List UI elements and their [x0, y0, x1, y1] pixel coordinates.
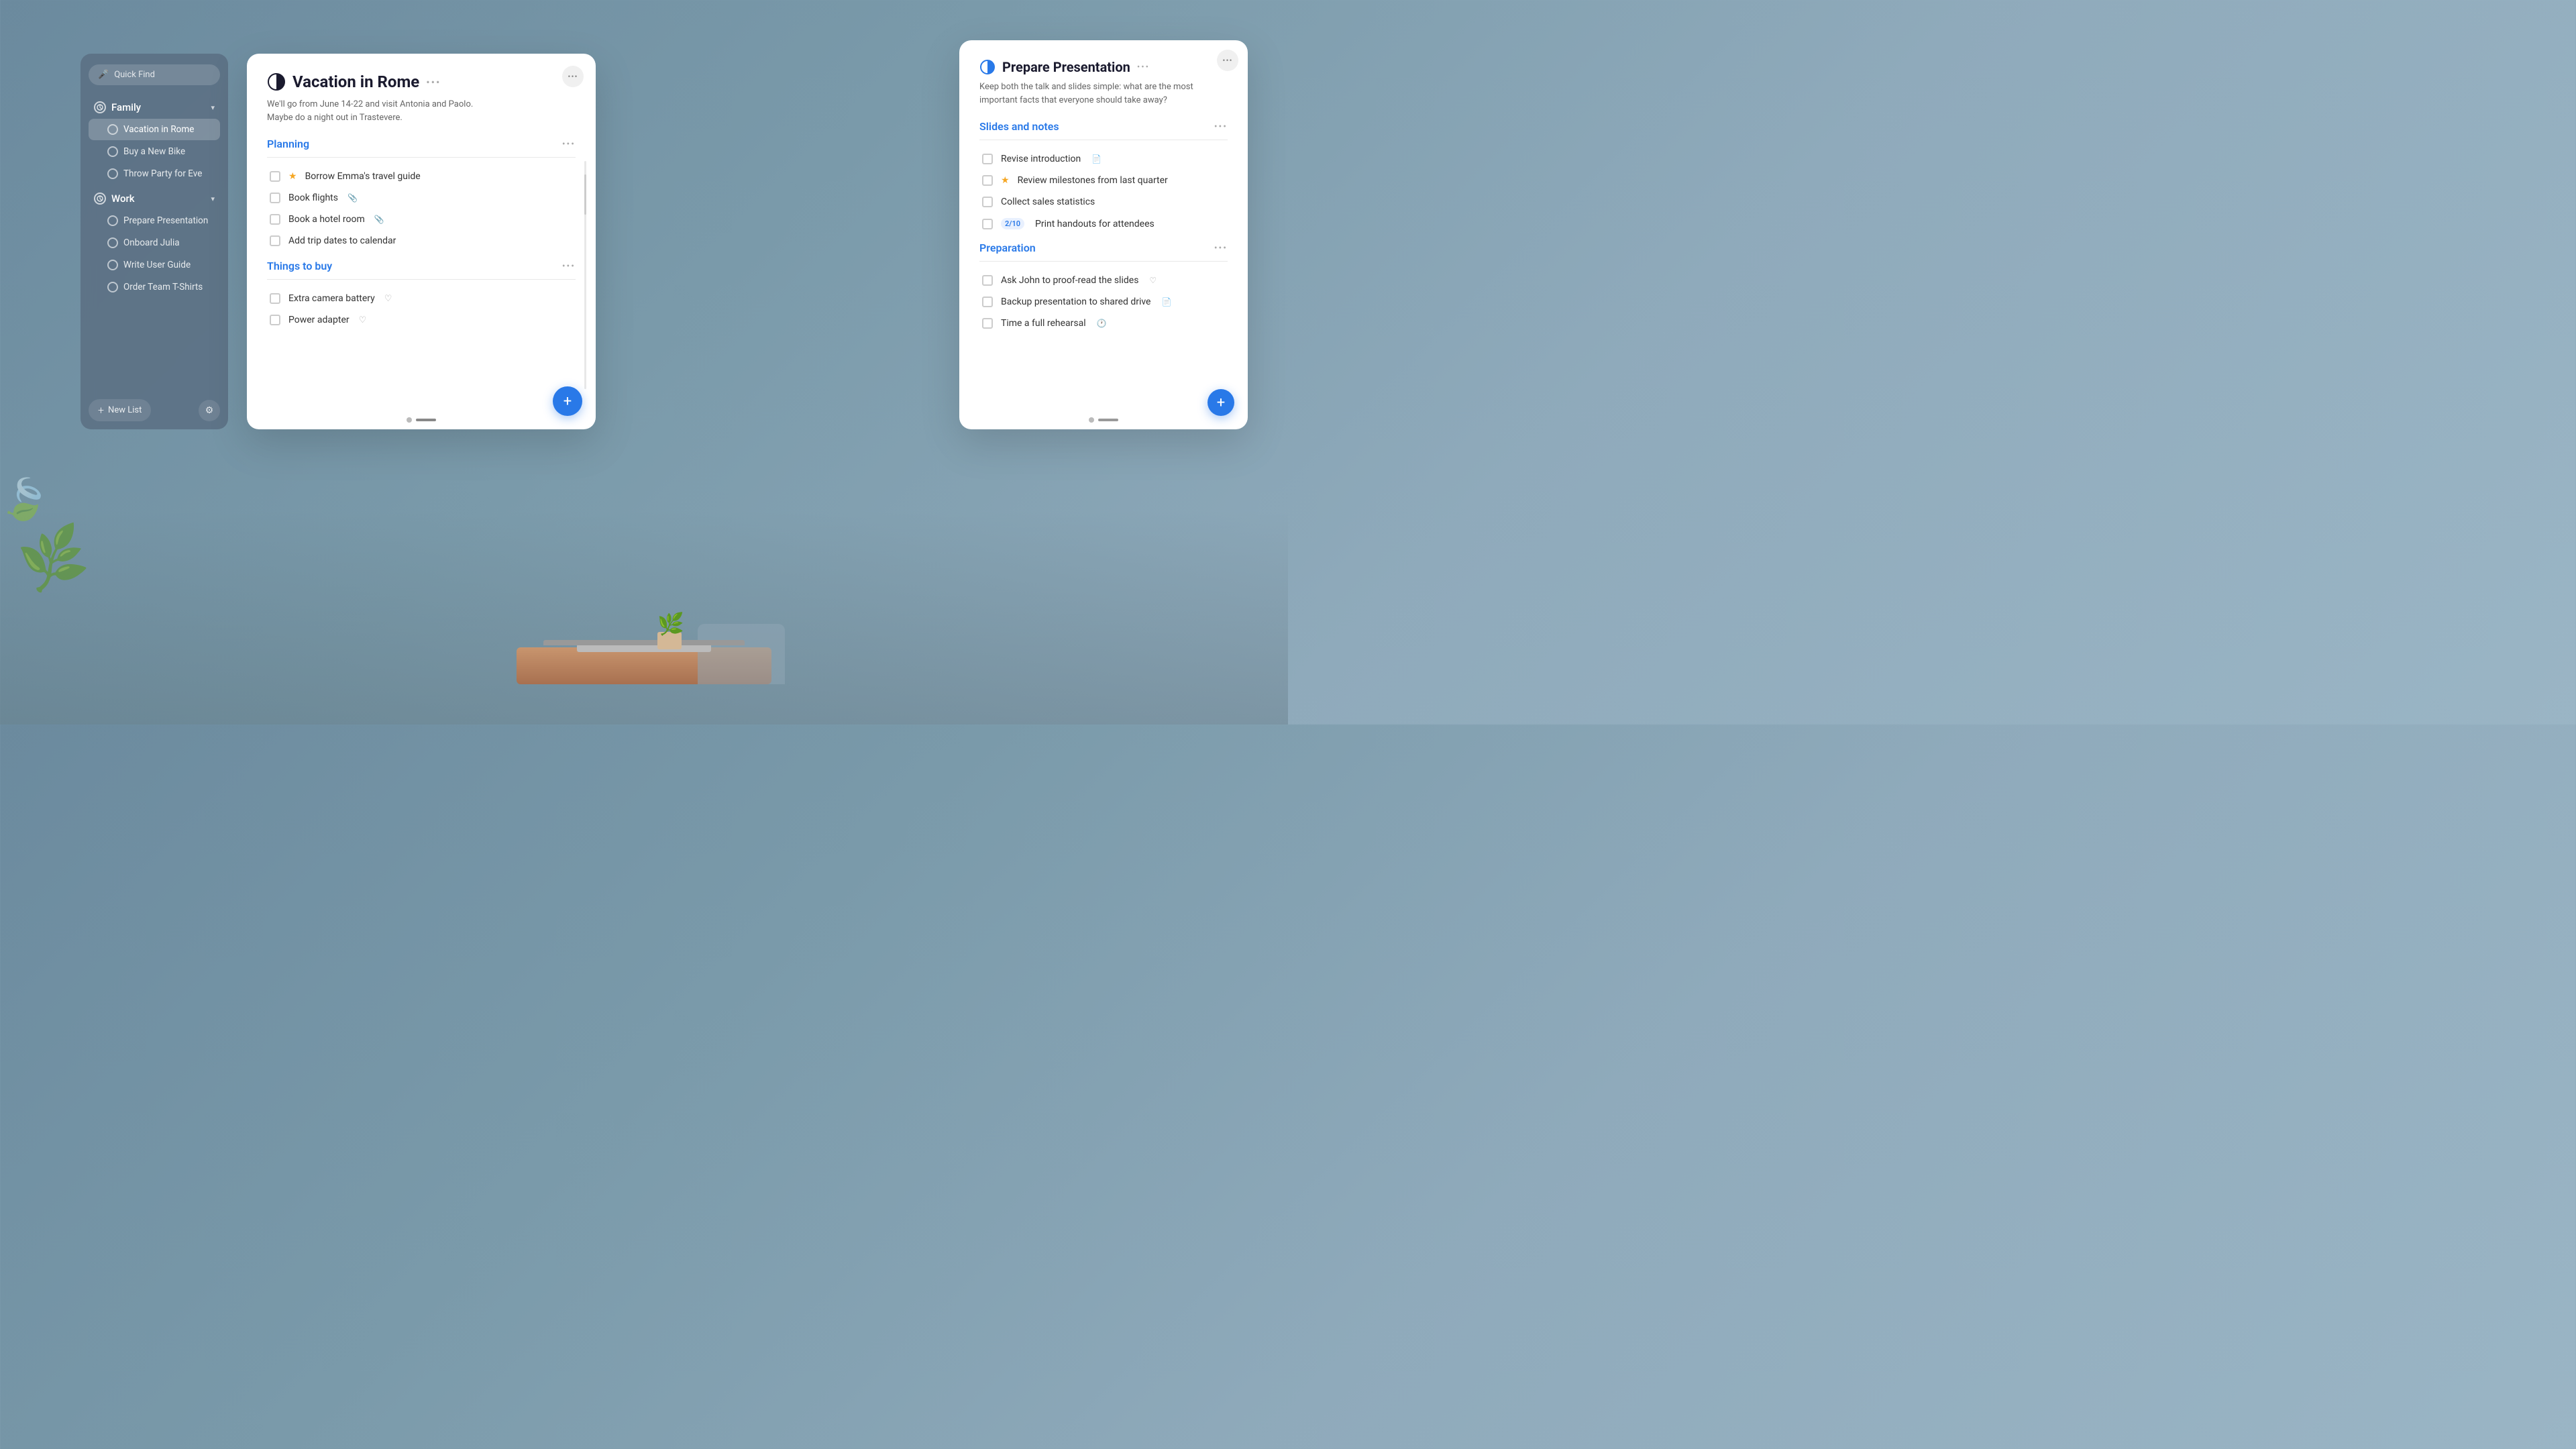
family-group-label: Family	[111, 101, 141, 113]
sidebar-item-throw-party[interactable]: Throw Party for Eve	[89, 163, 220, 184]
things-to-buy-section: Things to buy ••• Extra camera battery ♡…	[267, 260, 576, 331]
sidebar-group-work-header[interactable]: Work ▾	[89, 187, 220, 210]
task-item: Book a hotel room 📎	[267, 209, 576, 230]
vacation-rome-label: Vacation in Rome	[123, 124, 194, 135]
mic-icon: 🎤	[98, 70, 109, 80]
task-checkbox[interactable]	[270, 171, 280, 182]
planning-section-title: Planning	[267, 138, 309, 150]
things-to-buy-section-header: Things to buy •••	[267, 260, 576, 272]
vacation-title-icon	[267, 72, 286, 91]
task-item: ★ Borrow Emma's travel guide	[267, 166, 576, 187]
sidebar-item-buy-bike[interactable]: Buy a New Bike	[89, 141, 220, 162]
planning-divider	[267, 157, 576, 158]
attachment-icon: ♡	[359, 315, 367, 325]
family-group-icon	[94, 101, 106, 113]
new-list-label: New List	[108, 405, 142, 415]
menu-dots-icon: •••	[568, 72, 578, 81]
add-task-fab-button[interactable]: +	[553, 386, 582, 416]
attachment-icon: 📎	[347, 193, 358, 203]
task-text: Book a hotel room	[288, 214, 365, 225]
sidebar-group-work: Work ▾ Prepare Presentation Onboard Juli…	[89, 187, 220, 298]
attachment-icon: ♡	[384, 294, 392, 304]
task-text: Borrow Emma's travel guide	[305, 171, 421, 182]
attachment-icon: 📎	[374, 215, 384, 224]
search-bar[interactable]: 🎤 Quick Find	[89, 64, 220, 85]
task-checkbox[interactable]	[270, 315, 280, 325]
new-list-plus-icon: +	[98, 404, 104, 417]
order-tshirts-icon	[107, 282, 118, 292]
task-checkbox[interactable]	[270, 193, 280, 203]
gear-icon: ⚙	[205, 405, 214, 416]
task-item: Add trip dates to calendar	[267, 230, 576, 252]
family-chevron-icon: ▾	[211, 103, 215, 112]
task-checkbox[interactable]	[270, 293, 280, 304]
sidebar: 🎤 Quick Find Family ▾ Va	[80, 54, 228, 429]
write-user-guide-icon	[107, 260, 118, 270]
work-group-icon	[94, 193, 106, 205]
indicator-dot	[407, 417, 412, 423]
vacation-card-menu-button[interactable]: •••	[562, 66, 584, 87]
task-item: Book flights 📎	[267, 187, 576, 209]
planning-section-header: Planning •••	[267, 138, 576, 150]
planning-section: Planning ••• ★ Borrow Emma's travel guid…	[267, 138, 576, 252]
sidebar-item-vacation-rome[interactable]: Vacation in Rome	[89, 119, 220, 140]
sidebar-item-write-user-guide[interactable]: Write User Guide	[89, 254, 220, 276]
onboard-julia-label: Onboard Julia	[123, 237, 180, 248]
new-list-button[interactable]: + New List	[89, 399, 151, 421]
task-checkbox[interactable]	[270, 214, 280, 225]
star-icon: ★	[288, 171, 297, 182]
throw-party-icon	[107, 168, 118, 179]
throw-party-label: Throw Party for Eve	[123, 168, 202, 179]
write-user-guide-label: Write User Guide	[123, 260, 191, 270]
order-tshirts-label: Order Team T-Shirts	[123, 282, 203, 292]
vacation-title-dots[interactable]: •••	[426, 76, 441, 89]
card-indicators	[407, 417, 436, 423]
task-item: Extra camera battery ♡	[267, 288, 576, 309]
card-scrollbar[interactable]	[584, 161, 586, 389]
vacation-rome-icon	[107, 124, 118, 135]
sidebar-group-family: Family ▾ Vacation in Rome Buy a New Bike…	[89, 96, 220, 184]
add-icon: +	[564, 393, 572, 410]
things-to-buy-section-title: Things to buy	[267, 260, 332, 272]
things-to-buy-section-dots[interactable]: •••	[562, 261, 576, 272]
settings-button[interactable]: ⚙	[199, 400, 220, 421]
vacation-title-row: Vacation in Rome •••	[267, 72, 576, 91]
task-item: Power adapter ♡	[267, 309, 576, 331]
sidebar-group-family-header[interactable]: Family ▾	[89, 96, 220, 119]
sidebar-footer: + New List ⚙	[89, 399, 220, 421]
vacation-card-description: We'll go from June 14-22 and visit Anton…	[267, 98, 576, 124]
task-checkbox[interactable]	[270, 235, 280, 246]
sidebar-item-onboard-julia[interactable]: Onboard Julia	[89, 232, 220, 254]
planning-section-dots[interactable]: •••	[562, 139, 576, 150]
search-label: Quick Find	[114, 70, 155, 80]
things-to-buy-divider	[267, 279, 576, 280]
buy-bike-label: Buy a New Bike	[123, 146, 185, 157]
task-text: Book flights	[288, 193, 338, 203]
task-text: Power adapter	[288, 315, 350, 325]
work-chevron-icon: ▾	[211, 195, 215, 203]
vacation-card-title: Vacation in Rome	[292, 72, 419, 91]
task-text: Extra camera battery	[288, 293, 375, 304]
sidebar-item-order-tshirts[interactable]: Order Team T-Shirts	[89, 276, 220, 298]
prepare-presentation-icon	[107, 215, 118, 226]
sidebar-item-prepare-presentation[interactable]: Prepare Presentation	[89, 210, 220, 231]
card-scrollbar-thumb	[584, 174, 586, 215]
buy-bike-icon	[107, 146, 118, 157]
vacation-rome-card: ••• Vacation in Rome ••• We'll go from J…	[247, 54, 596, 429]
task-text: Add trip dates to calendar	[288, 235, 396, 246]
prepare-presentation-label: Prepare Presentation	[123, 215, 208, 226]
work-group-label: Work	[111, 193, 135, 205]
indicator-bar-active	[416, 419, 436, 421]
onboard-julia-icon	[107, 237, 118, 248]
